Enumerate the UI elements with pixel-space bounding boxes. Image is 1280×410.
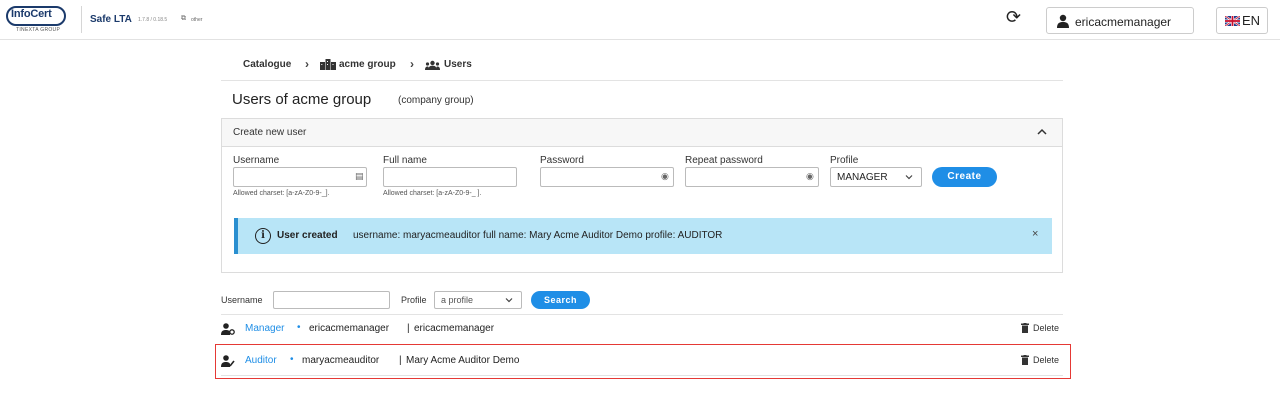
- user-manager-icon: [221, 323, 235, 335]
- profile-label: Profile: [830, 155, 859, 166]
- chevron-down-icon: [505, 298, 513, 303]
- search-username-label: Username: [221, 295, 263, 305]
- breadcrumb-users: Users: [444, 59, 472, 70]
- close-icon[interactable]: ×: [1032, 228, 1038, 240]
- search-profile-select[interactable]: a profile: [434, 291, 522, 309]
- other-link[interactable]: other: [191, 17, 202, 23]
- row-pipe: |: [407, 323, 410, 334]
- create-user-panel-header[interactable]: Create new user: [222, 119, 1062, 147]
- search-username-input[interactable]: [273, 291, 390, 309]
- breadcrumb-divider: [221, 80, 1063, 81]
- breadcrumb-separator-icon: ›: [410, 57, 414, 71]
- app-version: 1.7.8 / 0.18.5: [138, 17, 168, 23]
- table-row[interactable]: Manager • ericacmemanager | ericacmemana…: [221, 318, 1063, 342]
- list-divider: [221, 314, 1063, 315]
- language-button[interactable]: EN: [1216, 7, 1268, 34]
- repeat-password-label: Repeat password: [685, 155, 763, 166]
- breadcrumb-acme-group[interactable]: acme group: [339, 59, 396, 70]
- fullname-field[interactable]: [383, 167, 517, 187]
- highlighted-row-outline: [215, 344, 1071, 379]
- app-name: Safe LTA: [90, 14, 132, 25]
- username-field[interactable]: [233, 167, 367, 187]
- profile-select-value: MANAGER: [837, 172, 888, 183]
- uk-flag-icon: [1225, 16, 1240, 26]
- id-card-icon: ▤: [355, 171, 364, 181]
- separator-dot: •: [297, 322, 301, 333]
- user-menu-button[interactable]: ericacmemanager: [1046, 7, 1194, 34]
- success-alert: i User created username: maryacmeauditor…: [234, 218, 1052, 254]
- building-icon: [320, 59, 336, 70]
- username-label: Username: [233, 155, 280, 166]
- logo-subtext: TINEXTA GROUP: [16, 27, 61, 33]
- page-title: Users of acme group: [232, 91, 372, 108]
- password-label: Password: [540, 155, 584, 166]
- fullname-hint: Allowed charset: [a-zA-Z0-9-_ ].: [383, 190, 482, 197]
- chevron-down-icon: [905, 175, 913, 180]
- header-divider: [81, 6, 82, 33]
- infocert-logo[interactable]: InfoCert TINEXTA GROUP: [6, 6, 68, 34]
- chevron-up-icon[interactable]: [1036, 126, 1048, 138]
- fullname-label: Full name: [383, 155, 427, 166]
- username-hint: Allowed charset: [a-zA-Z0-9-_].: [233, 190, 330, 197]
- search-profile-label: Profile: [401, 295, 427, 305]
- repeat-password-field[interactable]: [685, 167, 819, 187]
- search-button[interactable]: Search: [531, 291, 590, 309]
- external-link-icon[interactable]: ⧉: [181, 15, 186, 23]
- logo-text: InfoCert: [11, 8, 52, 20]
- refresh-icon[interactable]: ⟳: [1006, 7, 1021, 27]
- create-user-panel-title: Create new user: [233, 127, 307, 138]
- eye-icon[interactable]: ◉: [806, 171, 814, 182]
- language-label: EN: [1242, 13, 1261, 28]
- trash-icon: [1021, 323, 1029, 333]
- search-profile-placeholder: a profile: [441, 295, 474, 305]
- breadcrumb-catalogue[interactable]: Catalogue: [243, 59, 291, 70]
- breadcrumb-separator-icon: ›: [305, 57, 309, 71]
- user-icon: [1057, 14, 1069, 28]
- alert-message: username: maryacmeauditor full name: Mar…: [353, 230, 723, 241]
- password-field[interactable]: [540, 167, 674, 187]
- user-name: ericacmemanager: [1075, 15, 1172, 29]
- user-username: ericacmemanager: [309, 323, 390, 334]
- users-icon: [425, 60, 440, 70]
- eye-icon[interactable]: ◉: [661, 171, 669, 182]
- create-button[interactable]: Create: [932, 167, 997, 187]
- profile-select[interactable]: MANAGER: [830, 167, 922, 187]
- create-user-panel: Create new user Username ▤ Allowed chars…: [221, 118, 1063, 273]
- info-icon: i: [255, 228, 271, 244]
- delete-button[interactable]: Delete: [1033, 323, 1059, 333]
- top-bar: InfoCert TINEXTA GROUP Safe LTA 1.7.8 / …: [0, 0, 1280, 40]
- user-role-link[interactable]: Manager: [245, 323, 284, 334]
- alert-title: User created: [277, 230, 338, 241]
- page-subtitle: (company group): [398, 95, 474, 106]
- user-fullname: ericacmemanager: [414, 323, 495, 334]
